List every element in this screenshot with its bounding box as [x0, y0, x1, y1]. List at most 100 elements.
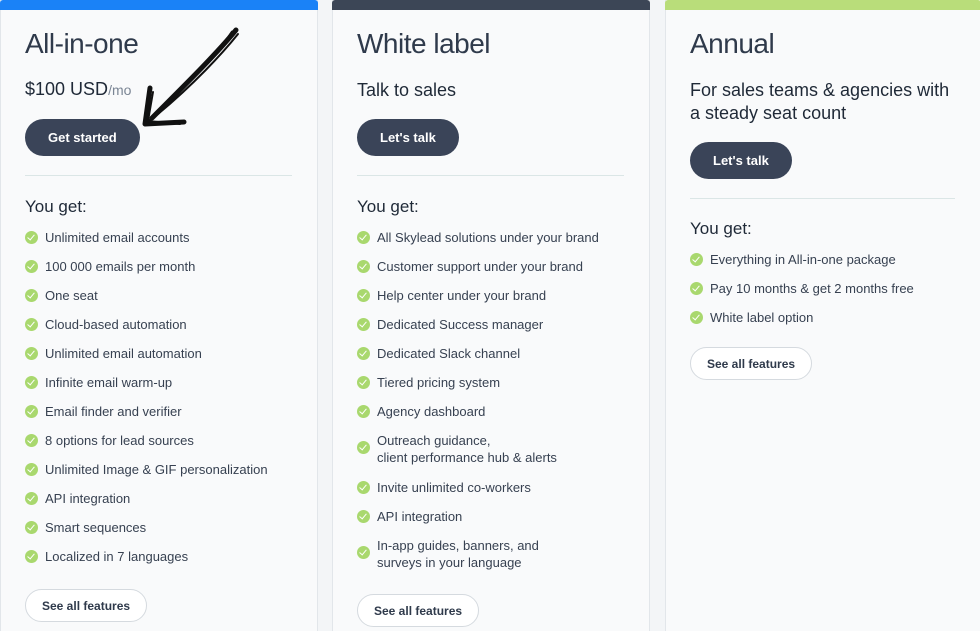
feature-item: All Skylead solutions under your brand — [357, 229, 639, 246]
feature-label: Tiered pricing system — [377, 375, 501, 390]
feature-label: Dedicated Success manager — [377, 317, 544, 332]
feature-label: All Skylead solutions under your brand — [377, 230, 599, 245]
check-icon — [25, 550, 38, 563]
feature-label: Unlimited email automation — [45, 346, 202, 361]
check-icon — [25, 521, 38, 534]
feature-label: Invite unlimited co-workers — [377, 480, 531, 495]
feature-item: Dedicated Success manager — [357, 316, 639, 333]
plan-accent-bar — [0, 0, 318, 10]
get-started-button[interactable]: Get started — [25, 119, 140, 156]
check-icon — [357, 260, 370, 273]
feature-item: API integration — [357, 508, 639, 525]
feature-item: Help center under your brand — [357, 287, 639, 304]
feature-label: Unlimited email accounts — [45, 230, 190, 245]
lets-talk-button[interactable]: Let's talk — [690, 142, 792, 179]
you-get-heading: You get: — [25, 197, 87, 216]
check-icon — [25, 376, 38, 389]
feature-item: Dedicated Slack channel — [357, 345, 639, 362]
feature-label: Unlimited Image & GIF personalization — [45, 462, 268, 477]
feature-item: Unlimited email accounts — [25, 229, 307, 246]
feature-label: Agency dashboard — [377, 404, 486, 419]
check-icon — [690, 282, 703, 295]
check-icon — [357, 231, 370, 244]
feature-label: Dedicated Slack channel — [377, 346, 521, 361]
feature-item: Localized in 7 languages — [25, 548, 307, 565]
feature-label: Localized in 7 languages — [45, 549, 189, 564]
feature-label: Customer support under your brand — [377, 259, 583, 274]
feature-label: Cloud-based automation — [45, 317, 187, 332]
feature-label: API integration — [377, 509, 463, 524]
plan-card-annual: Annual For sales teams & agencies with a… — [665, 0, 980, 631]
plan-subtitle: For sales teams & agencies with a steady… — [690, 80, 950, 123]
feature-label: Smart sequences — [45, 520, 147, 535]
check-icon — [357, 481, 370, 494]
check-icon — [25, 463, 38, 476]
check-icon — [25, 347, 38, 360]
feature-label: One seat — [45, 288, 98, 303]
plan-title: White label — [357, 28, 491, 59]
check-icon — [25, 260, 38, 273]
see-all-features-button[interactable]: See all features — [357, 594, 480, 627]
plan-subtitle: Talk to sales — [357, 80, 457, 100]
you-get-heading: You get: — [690, 219, 752, 238]
you-get-heading: You get: — [357, 197, 419, 216]
feature-label: Help center under your brand — [377, 288, 547, 303]
plan-accent-bar — [332, 0, 650, 10]
feature-item: Email finder and verifier — [25, 403, 307, 420]
feature-list: Unlimited email accounts 100 000 emails p… — [25, 229, 307, 577]
feature-item: In-app guides, banners, and surveys in y… — [357, 537, 639, 571]
feature-item: Invite unlimited co-workers — [357, 479, 639, 496]
check-icon — [690, 253, 703, 266]
feature-item: Everything in All-in-one package — [690, 251, 970, 268]
feature-label: 8 options for lead sources — [45, 433, 194, 448]
feature-item: Unlimited Image & GIF personalization — [25, 461, 307, 478]
check-icon — [690, 311, 703, 324]
feature-label: White label option — [710, 310, 814, 325]
plan-price: $100 USD/mo — [25, 79, 131, 100]
check-icon — [357, 441, 370, 454]
divider — [25, 175, 292, 176]
check-icon — [357, 546, 370, 559]
plan-accent-bar — [665, 0, 980, 10]
check-icon — [25, 405, 38, 418]
feature-item: Outreach guidance, client performance hu… — [357, 432, 639, 466]
feature-item: 100 000 emails per month — [25, 258, 307, 275]
feature-item: Pay 10 months & get 2 months free — [690, 280, 970, 297]
check-icon — [357, 318, 370, 331]
feature-label: 100 000 emails per month — [45, 259, 196, 274]
divider — [690, 198, 955, 199]
check-icon — [357, 347, 370, 360]
check-icon — [357, 376, 370, 389]
feature-item: Unlimited email automation — [25, 345, 307, 362]
feature-list: Everything in All-in-one package Pay 10 m… — [690, 251, 970, 338]
check-icon — [25, 231, 38, 244]
check-icon — [25, 318, 38, 331]
feature-label: Email finder and verifier — [45, 404, 182, 419]
feature-label: Outreach guidance, client performance hu… — [377, 433, 557, 465]
divider — [357, 175, 624, 176]
feature-label: Infinite email warm-up — [45, 375, 173, 390]
check-icon — [25, 289, 38, 302]
feature-label: API integration — [45, 491, 131, 506]
price-period: /mo — [108, 82, 132, 98]
pricing-page: All-in-one $100 USD/mo Get started You g… — [0, 0, 980, 631]
see-all-features-button[interactable]: See all features — [25, 589, 148, 622]
feature-label: Pay 10 months & get 2 months free — [710, 281, 914, 296]
feature-label: In-app guides, banners, and surveys in y… — [377, 538, 539, 570]
plan-card-white-label: White label Talk to sales Let's talk You… — [332, 0, 650, 631]
plan-title: All-in-one — [25, 28, 139, 59]
see-all-features-button[interactable]: See all features — [690, 347, 813, 380]
check-icon — [25, 434, 38, 447]
feature-item: API integration — [25, 490, 307, 507]
check-icon — [357, 405, 370, 418]
feature-list: All Skylead solutions under your brand Cu… — [357, 229, 639, 584]
check-icon — [25, 492, 38, 505]
feature-item: Infinite email warm-up — [25, 374, 307, 391]
feature-item: White label option — [690, 309, 970, 326]
hand-drawn-arrow-icon — [142, 27, 239, 127]
feature-item: Tiered pricing system — [357, 374, 639, 391]
feature-item: Cloud-based automation — [25, 316, 307, 333]
feature-label: Everything in All-in-one package — [710, 252, 896, 267]
lets-talk-button[interactable]: Let's talk — [357, 119, 459, 156]
feature-item: 8 options for lead sources — [25, 432, 307, 449]
